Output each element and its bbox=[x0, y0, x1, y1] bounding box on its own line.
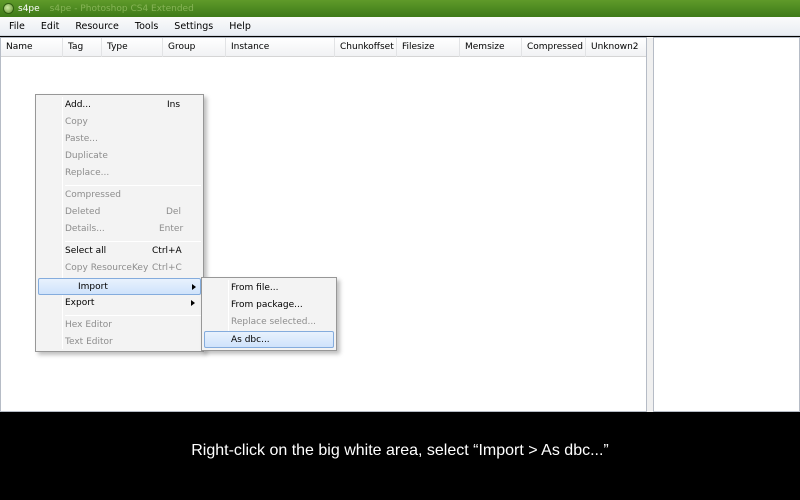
submenu-arrow-icon bbox=[191, 300, 195, 306]
menu-separator bbox=[65, 185, 201, 186]
column-instance[interactable]: Instance bbox=[226, 38, 335, 57]
menu-item-label: Select all bbox=[65, 246, 107, 256]
menu-item-label: Details... bbox=[65, 224, 105, 234]
window-title: s4pe bbox=[18, 3, 40, 14]
menu-item-label: Replace... bbox=[65, 168, 110, 178]
menu-item-copy-resourcekey[interactable]: Copy ResourceKey Ctrl+C bbox=[38, 260, 201, 277]
menu-item-label: Export bbox=[65, 298, 95, 308]
column-compressed[interactable]: Compressed bbox=[522, 38, 586, 57]
column-unknown2[interactable]: Unknown2 bbox=[586, 38, 646, 57]
menu-item-label: Add... bbox=[65, 100, 92, 110]
menu-item-shortcut: Ins bbox=[167, 100, 181, 110]
menu-item-select-all[interactable]: Select all Ctrl+A bbox=[38, 243, 201, 260]
app-icon bbox=[3, 3, 14, 14]
menu-item-add[interactable]: Add... Ins bbox=[38, 97, 201, 114]
submenu-item-replace-selected[interactable]: Replace selected... bbox=[204, 314, 334, 331]
menu-item-duplicate[interactable]: Duplicate bbox=[38, 148, 201, 165]
menu-item-label: Paste... bbox=[65, 134, 98, 144]
menu-item-label: Text Editor bbox=[65, 337, 113, 347]
list-header: Name Tag Type Group Instance Chunkoffset… bbox=[1, 38, 646, 57]
column-filesize[interactable]: Filesize bbox=[397, 38, 460, 57]
menu-item-export[interactable]: Export bbox=[38, 295, 201, 312]
submenu-item-as-dbc[interactable]: As dbc... bbox=[204, 331, 334, 348]
menu-bar: File Edit Resource Tools Settings Help bbox=[0, 17, 800, 36]
menu-item-compressed[interactable]: Compressed bbox=[38, 187, 201, 204]
menu-item-import[interactable]: Import bbox=[38, 278, 201, 295]
menu-item-label: Copy ResourceKey bbox=[65, 263, 149, 273]
context-menu: Add... Ins Copy Paste... Duplicate Repla… bbox=[35, 94, 204, 352]
menu-item-copy[interactable]: Copy bbox=[38, 114, 201, 131]
menu-item-text-editor[interactable]: Text Editor bbox=[38, 334, 201, 351]
menu-resource[interactable]: Resource bbox=[66, 21, 126, 32]
window-title-faded: s4pe - Photoshop CS4 Extended bbox=[49, 3, 194, 14]
menu-item-deleted[interactable]: Deleted Del bbox=[38, 204, 201, 221]
menu-edit[interactable]: Edit bbox=[32, 21, 66, 32]
menu-item-hex-editor[interactable]: Hex Editor bbox=[38, 317, 201, 334]
menu-item-label: Import bbox=[78, 282, 108, 292]
menu-tools[interactable]: Tools bbox=[126, 21, 165, 32]
menu-settings[interactable]: Settings bbox=[165, 21, 220, 32]
column-name[interactable]: Name bbox=[1, 38, 63, 57]
menu-item-label: Replace selected... bbox=[231, 317, 317, 327]
menu-item-paste[interactable]: Paste... bbox=[38, 131, 201, 148]
menu-item-details[interactable]: Details... Enter bbox=[38, 221, 201, 238]
menu-item-shortcut: Enter bbox=[159, 224, 184, 234]
menu-item-label: Hex Editor bbox=[65, 320, 112, 330]
column-type[interactable]: Type bbox=[102, 38, 163, 57]
menu-file[interactable]: File bbox=[0, 21, 32, 32]
column-memsize[interactable]: Memsize bbox=[460, 38, 522, 57]
column-tag[interactable]: Tag bbox=[63, 38, 102, 57]
title-bar: s4pe s4pe - Photoshop CS4 Extended bbox=[0, 0, 800, 17]
menu-item-replace[interactable]: Replace... bbox=[38, 165, 201, 182]
submenu-arrow-icon bbox=[192, 284, 196, 290]
column-group[interactable]: Group bbox=[163, 38, 226, 57]
menu-item-shortcut: Ctrl+A bbox=[152, 246, 182, 256]
menu-item-label: Compressed bbox=[65, 190, 121, 200]
column-chunkoffset[interactable]: Chunkoffset bbox=[335, 38, 397, 57]
menu-item-label: Duplicate bbox=[65, 151, 108, 161]
menu-separator bbox=[65, 315, 201, 316]
import-submenu: From file... From package... Replace sel… bbox=[201, 277, 337, 351]
menu-item-label: From file... bbox=[231, 283, 279, 293]
menu-item-label: Copy bbox=[65, 117, 88, 127]
menu-separator bbox=[65, 241, 201, 242]
menu-help[interactable]: Help bbox=[220, 21, 258, 32]
preview-pane bbox=[653, 37, 800, 412]
instruction-caption: Right-click on the big white area, selec… bbox=[191, 442, 609, 459]
submenu-item-from-file[interactable]: From file... bbox=[204, 280, 334, 297]
caption-bar: Right-click on the big white area, selec… bbox=[0, 412, 800, 500]
menu-item-shortcut: Ctrl+C bbox=[152, 263, 182, 273]
menu-item-label: As dbc... bbox=[231, 335, 270, 345]
menu-item-shortcut: Del bbox=[166, 207, 181, 217]
submenu-item-from-package[interactable]: From package... bbox=[204, 297, 334, 314]
menu-item-label: Deleted bbox=[65, 207, 101, 217]
menu-item-label: From package... bbox=[231, 300, 303, 310]
